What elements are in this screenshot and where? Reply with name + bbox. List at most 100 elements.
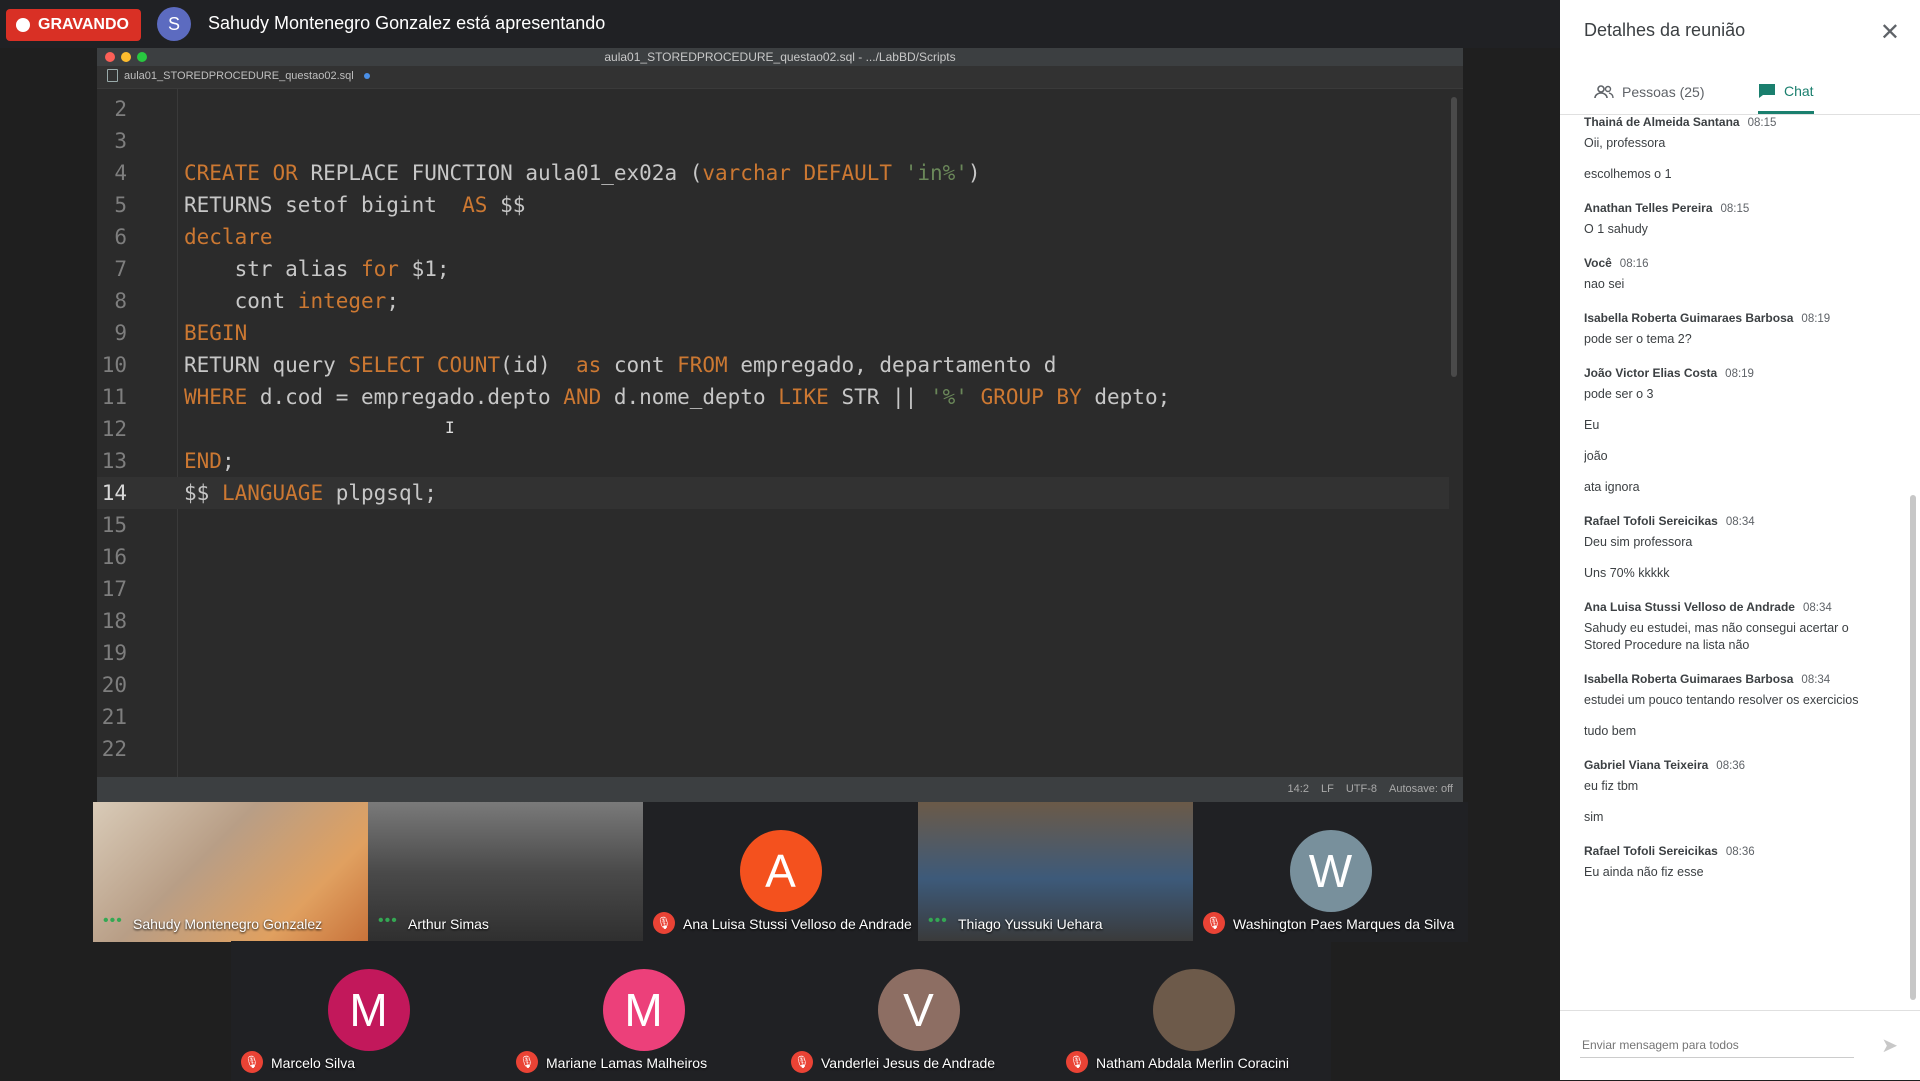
- mic-off-icon: 🎙: [653, 912, 675, 934]
- meeting-details-panel: Detalhes da reunião ✕ Pessoas (25) Chat …: [1560, 0, 1920, 1080]
- mic-off-icon: 🎙: [1203, 912, 1225, 934]
- line-number: 2: [114, 97, 127, 121]
- participant-tile[interactable]: ••• Thiago Yussuki Uehara: [918, 802, 1193, 942]
- participant-tile[interactable]: V 🎙 Vanderlei Jesus de Andrade: [781, 941, 1056, 1081]
- code-line[interactable]: 14 $$ LANGUAGE plpgsql;: [97, 477, 1449, 509]
- participant-name: Sahudy Montenegro Gonzalez: [133, 916, 323, 932]
- message-text: pode ser o tema 2?: [1584, 332, 1692, 346]
- participant-tile[interactable]: A 🎙 Ana Luisa Stussi Velloso de Andrade: [643, 802, 918, 942]
- participant-tile[interactable]: 🎙 Natham Abdala Merlin Coracini: [1056, 941, 1331, 1081]
- code-line[interactable]: 10 RETURN query SELECT COUNT(id) as cont …: [97, 349, 1449, 381]
- line-code: RETURNS setof bigint AS $$: [184, 193, 526, 217]
- message-text: tudo bem: [1584, 724, 1637, 738]
- panel-tabs: Pessoas (25) Chat: [1560, 70, 1920, 115]
- send-icon[interactable]: ➤: [1881, 1033, 1898, 1058]
- line-number: 14: [101, 481, 127, 505]
- message-text: ata ignora: [1584, 480, 1640, 494]
- file-icon: [107, 69, 118, 82]
- code-line[interactable]: 21: [97, 701, 1449, 733]
- line-code: str alias for $1;: [184, 257, 450, 281]
- message-text: Eu: [1584, 418, 1600, 432]
- participant-avatar: M: [602, 969, 685, 1051]
- participant-name: Washington Paes Marques da Silva: [1233, 916, 1455, 932]
- code-line[interactable]: 22: [97, 733, 1449, 765]
- code-line[interactable]: 9 BEGIN: [97, 317, 1449, 349]
- line-number: 22: [101, 737, 127, 761]
- line-number: 19: [101, 641, 127, 665]
- message-time: 08:34: [1801, 674, 1831, 686]
- line-code: declare: [184, 225, 273, 249]
- tab-people[interactable]: Pessoas (25): [1594, 70, 1704, 114]
- chat-message: Isabella Roberta Guimaraes Barbosa 08:19 p…: [1584, 311, 1884, 348]
- chat-input[interactable]: [1580, 1033, 1854, 1058]
- people-icon: [1594, 85, 1614, 99]
- code-line[interactable]: 17: [97, 573, 1449, 605]
- tab-chat[interactable]: Chat: [1758, 70, 1814, 114]
- participant-tile[interactable]: W 🎙 Washington Paes Marques da Silva: [1193, 802, 1468, 942]
- line-number: 15: [101, 513, 127, 537]
- code-area: 2 3 4 CREATE OR REPLACE FUNCTION aula01_ex0…: [97, 89, 1463, 777]
- line-number: 3: [114, 129, 127, 153]
- line-number: 5: [114, 193, 127, 217]
- participant-tile[interactable]: M 🎙 Mariane Lamas Malheiros: [506, 941, 781, 1081]
- participant-avatar: A: [739, 830, 822, 912]
- code-line[interactable]: 8 cont integer;: [97, 285, 1449, 317]
- chat-message: Rafael Tofoli Sereicikas 08:34 Deu sim pro…: [1584, 514, 1884, 582]
- code-line[interactable]: 4 CREATE OR REPLACE FUNCTION aula01_ex02a…: [97, 157, 1449, 189]
- chat-input-area: ➤: [1560, 1010, 1920, 1081]
- code-line[interactable]: 15: [97, 509, 1449, 541]
- editor-titlebar: aula01_STOREDPROCEDURE_questao02.sql - .…: [97, 48, 1463, 66]
- editor-window-title: aula01_STOREDPROCEDURE_questao02.sql - .…: [604, 50, 956, 64]
- code-line[interactable]: 7 str alias for $1;: [97, 253, 1449, 285]
- chat-message: Ana Luisa Stussi Velloso de Andrade 08:34…: [1584, 600, 1884, 654]
- code-line[interactable]: 2: [97, 93, 1449, 125]
- chat-icon: [1759, 83, 1775, 98]
- line-number: 13: [101, 449, 127, 473]
- message-author: Thainá de Almeida Santana: [1584, 115, 1740, 129]
- participant-tile[interactable]: ••• Sahudy Montenegro Gonzalez: [93, 802, 368, 942]
- message-author: Isabella Roberta Guimaraes Barbosa: [1584, 672, 1794, 686]
- line-code: RETURN query SELECT COUNT(id) as cont FR…: [184, 353, 1057, 377]
- mic-off-icon: 🎙: [241, 1051, 263, 1073]
- chat-message: João Victor Elias Costa 08:19 pode ser o 3…: [1584, 366, 1884, 496]
- code-line[interactable]: 11 WHERE d.cod = empregado.depto AND d.no…: [97, 381, 1449, 413]
- mic-off-icon: 🎙: [516, 1051, 538, 1073]
- line-number: 7: [114, 257, 127, 281]
- chat-message: Thainá de Almeida Santana 08:15 Oii, profe…: [1584, 115, 1884, 183]
- presenter-text: Sahudy Montenegro Gonzalez está apresent…: [208, 13, 606, 33]
- code-line[interactable]: 12: [97, 413, 1449, 445]
- mic-off-icon: 🎙: [791, 1051, 813, 1073]
- code-line[interactable]: 13 END;: [97, 445, 1449, 477]
- close-panel-button[interactable]: ✕: [1880, 18, 1900, 47]
- record-dot-icon: [16, 18, 30, 32]
- participant-tile[interactable]: ••• Arthur Simas: [368, 802, 643, 942]
- autosave-status: Autosave: off: [1388, 783, 1453, 795]
- mic-off-icon: 🎙: [1066, 1051, 1088, 1073]
- code-line[interactable]: 6 declare: [97, 221, 1449, 253]
- message-text: sim: [1584, 810, 1604, 824]
- message-author: Isabella Roberta Guimaraes Barbosa: [1584, 311, 1794, 325]
- message-time: 08:19: [1801, 313, 1831, 325]
- chat-message: Você 08:16 nao sei: [1584, 256, 1884, 293]
- speaking-indicator-icon: •••: [103, 912, 123, 929]
- code-line[interactable]: 5 RETURNS setof bigint AS $$: [97, 189, 1449, 221]
- message-text: Sahudy eu estudei, mas não consegui acer…: [1584, 621, 1849, 652]
- code-line[interactable]: 16: [97, 541, 1449, 573]
- text-cursor-icon: I: [445, 418, 455, 437]
- presenter-avatar: S: [157, 7, 191, 41]
- chat-message-list[interactable]: Thainá de Almeida Santana 08:15 Oii, profe…: [1584, 115, 1884, 1000]
- participant-tile[interactable]: M 🎙 Marcelo Silva: [231, 941, 506, 1081]
- chat-message: Gabriel Viana Teixeira 08:36 eu fiz tbm sim: [1584, 758, 1884, 826]
- participant-avatar: [1152, 969, 1235, 1051]
- line-number: 10: [101, 353, 127, 377]
- code-line[interactable]: 19: [97, 637, 1449, 669]
- code-line[interactable]: 3: [97, 125, 1449, 157]
- code-line[interactable]: 20: [97, 669, 1449, 701]
- message-author: João Victor Elias Costa: [1584, 366, 1718, 380]
- line-number: 4: [114, 161, 127, 185]
- message-author: Gabriel Viana Teixeira: [1584, 758, 1709, 772]
- code-line[interactable]: 18: [97, 605, 1449, 637]
- message-text: joão: [1584, 449, 1608, 463]
- line-number: 6: [114, 225, 127, 249]
- chat-scrollbar[interactable]: [1910, 495, 1916, 1000]
